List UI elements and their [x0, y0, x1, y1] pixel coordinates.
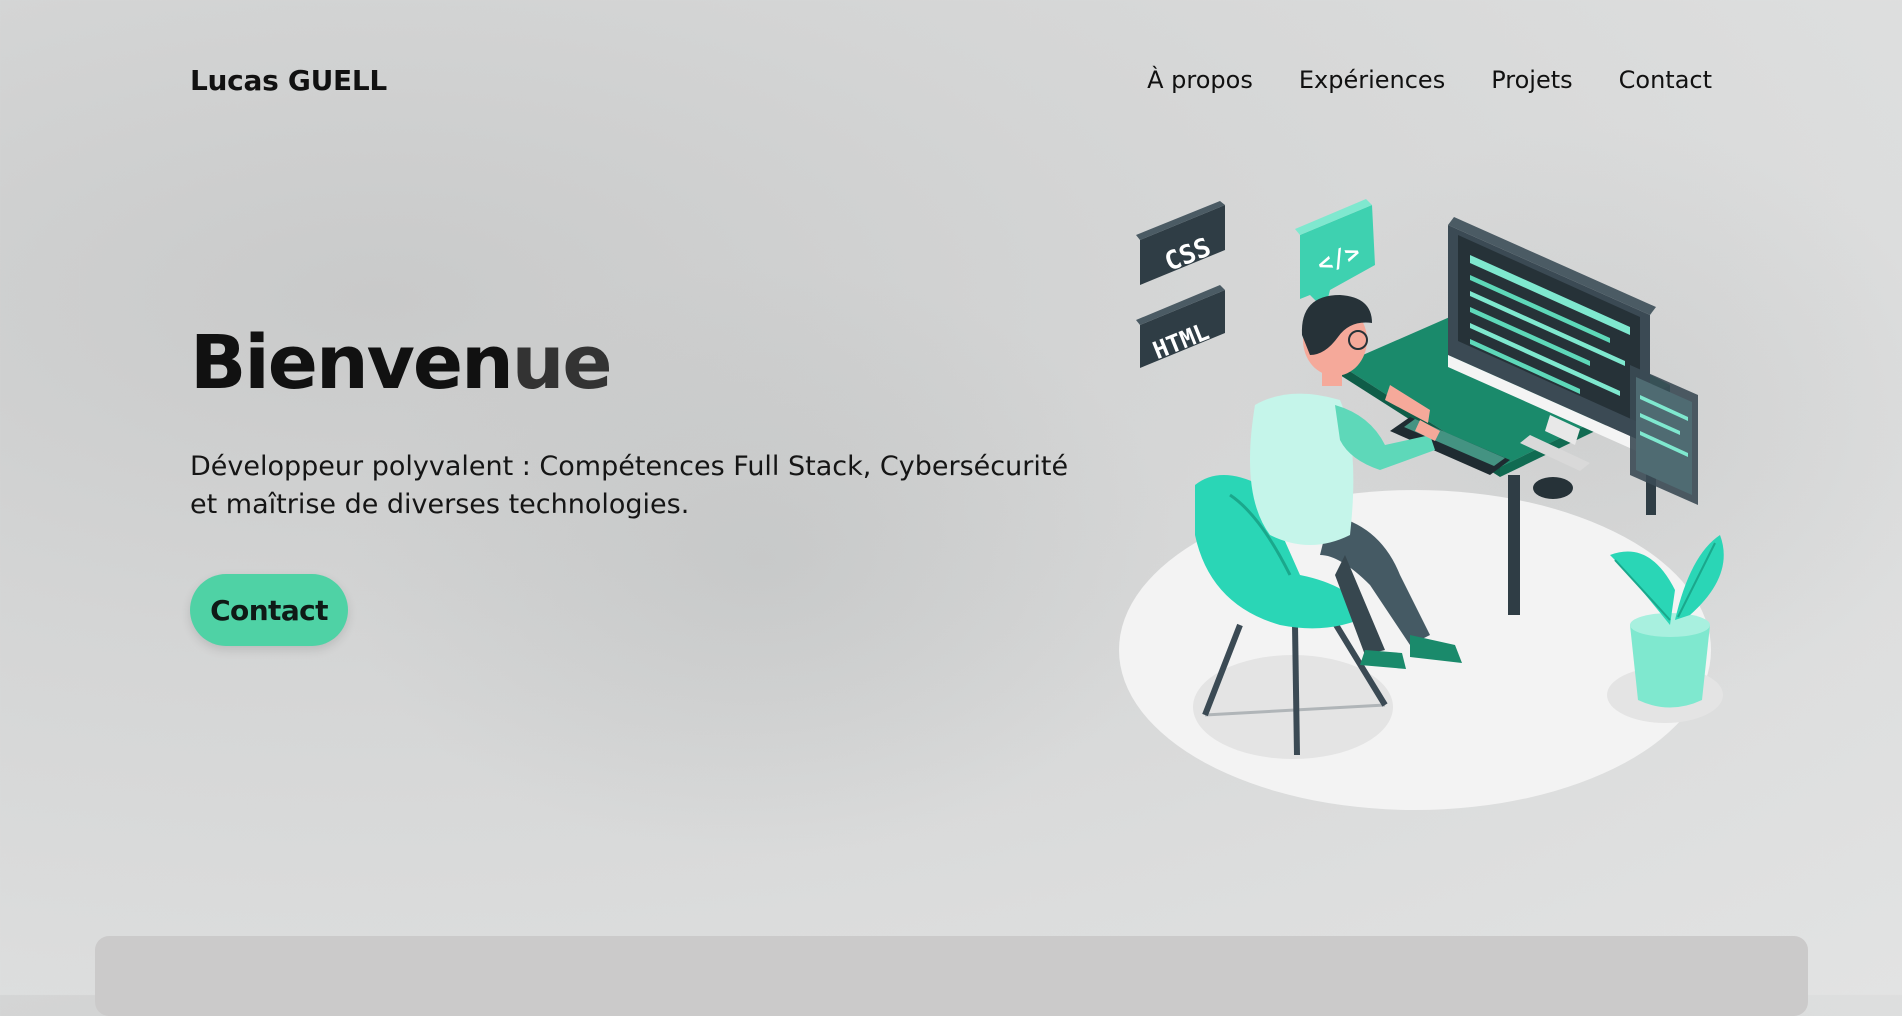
- css-tag: CSS: [1136, 201, 1225, 285]
- next-section-panel: [95, 936, 1808, 1016]
- brand-logo[interactable]: Lucas GUELL: [190, 64, 387, 97]
- desk-leg: [1508, 475, 1520, 615]
- html-tag: HTML: [1136, 285, 1225, 368]
- nav-experiences[interactable]: Expériences: [1299, 66, 1445, 94]
- hero-title-main: Bienven: [190, 320, 514, 406]
- nav-about[interactable]: À propos: [1147, 66, 1253, 94]
- side-code-panel: [1630, 365, 1698, 505]
- mouse: [1533, 477, 1573, 499]
- developer-illustration: CSS HTML </>: [1119, 199, 1724, 810]
- hero-title: Bienvenue: [190, 322, 1090, 404]
- hero-section: Bienvenue Développeur polyvalent : Compé…: [190, 322, 1090, 646]
- contact-button[interactable]: Contact: [190, 574, 348, 646]
- code-bubble: </>: [1295, 199, 1375, 310]
- nav-contact[interactable]: Contact: [1619, 66, 1712, 94]
- hero-title-fade: ue: [511, 320, 613, 406]
- hero-tagline: Développeur polyvalent : Compétences Ful…: [190, 451, 1069, 520]
- site-header: Lucas GUELL À propos Expériences Projets…: [190, 58, 1712, 102]
- main-nav: À propos Expériences Projets Contact: [1147, 66, 1712, 94]
- nav-projects[interactable]: Projets: [1491, 66, 1572, 94]
